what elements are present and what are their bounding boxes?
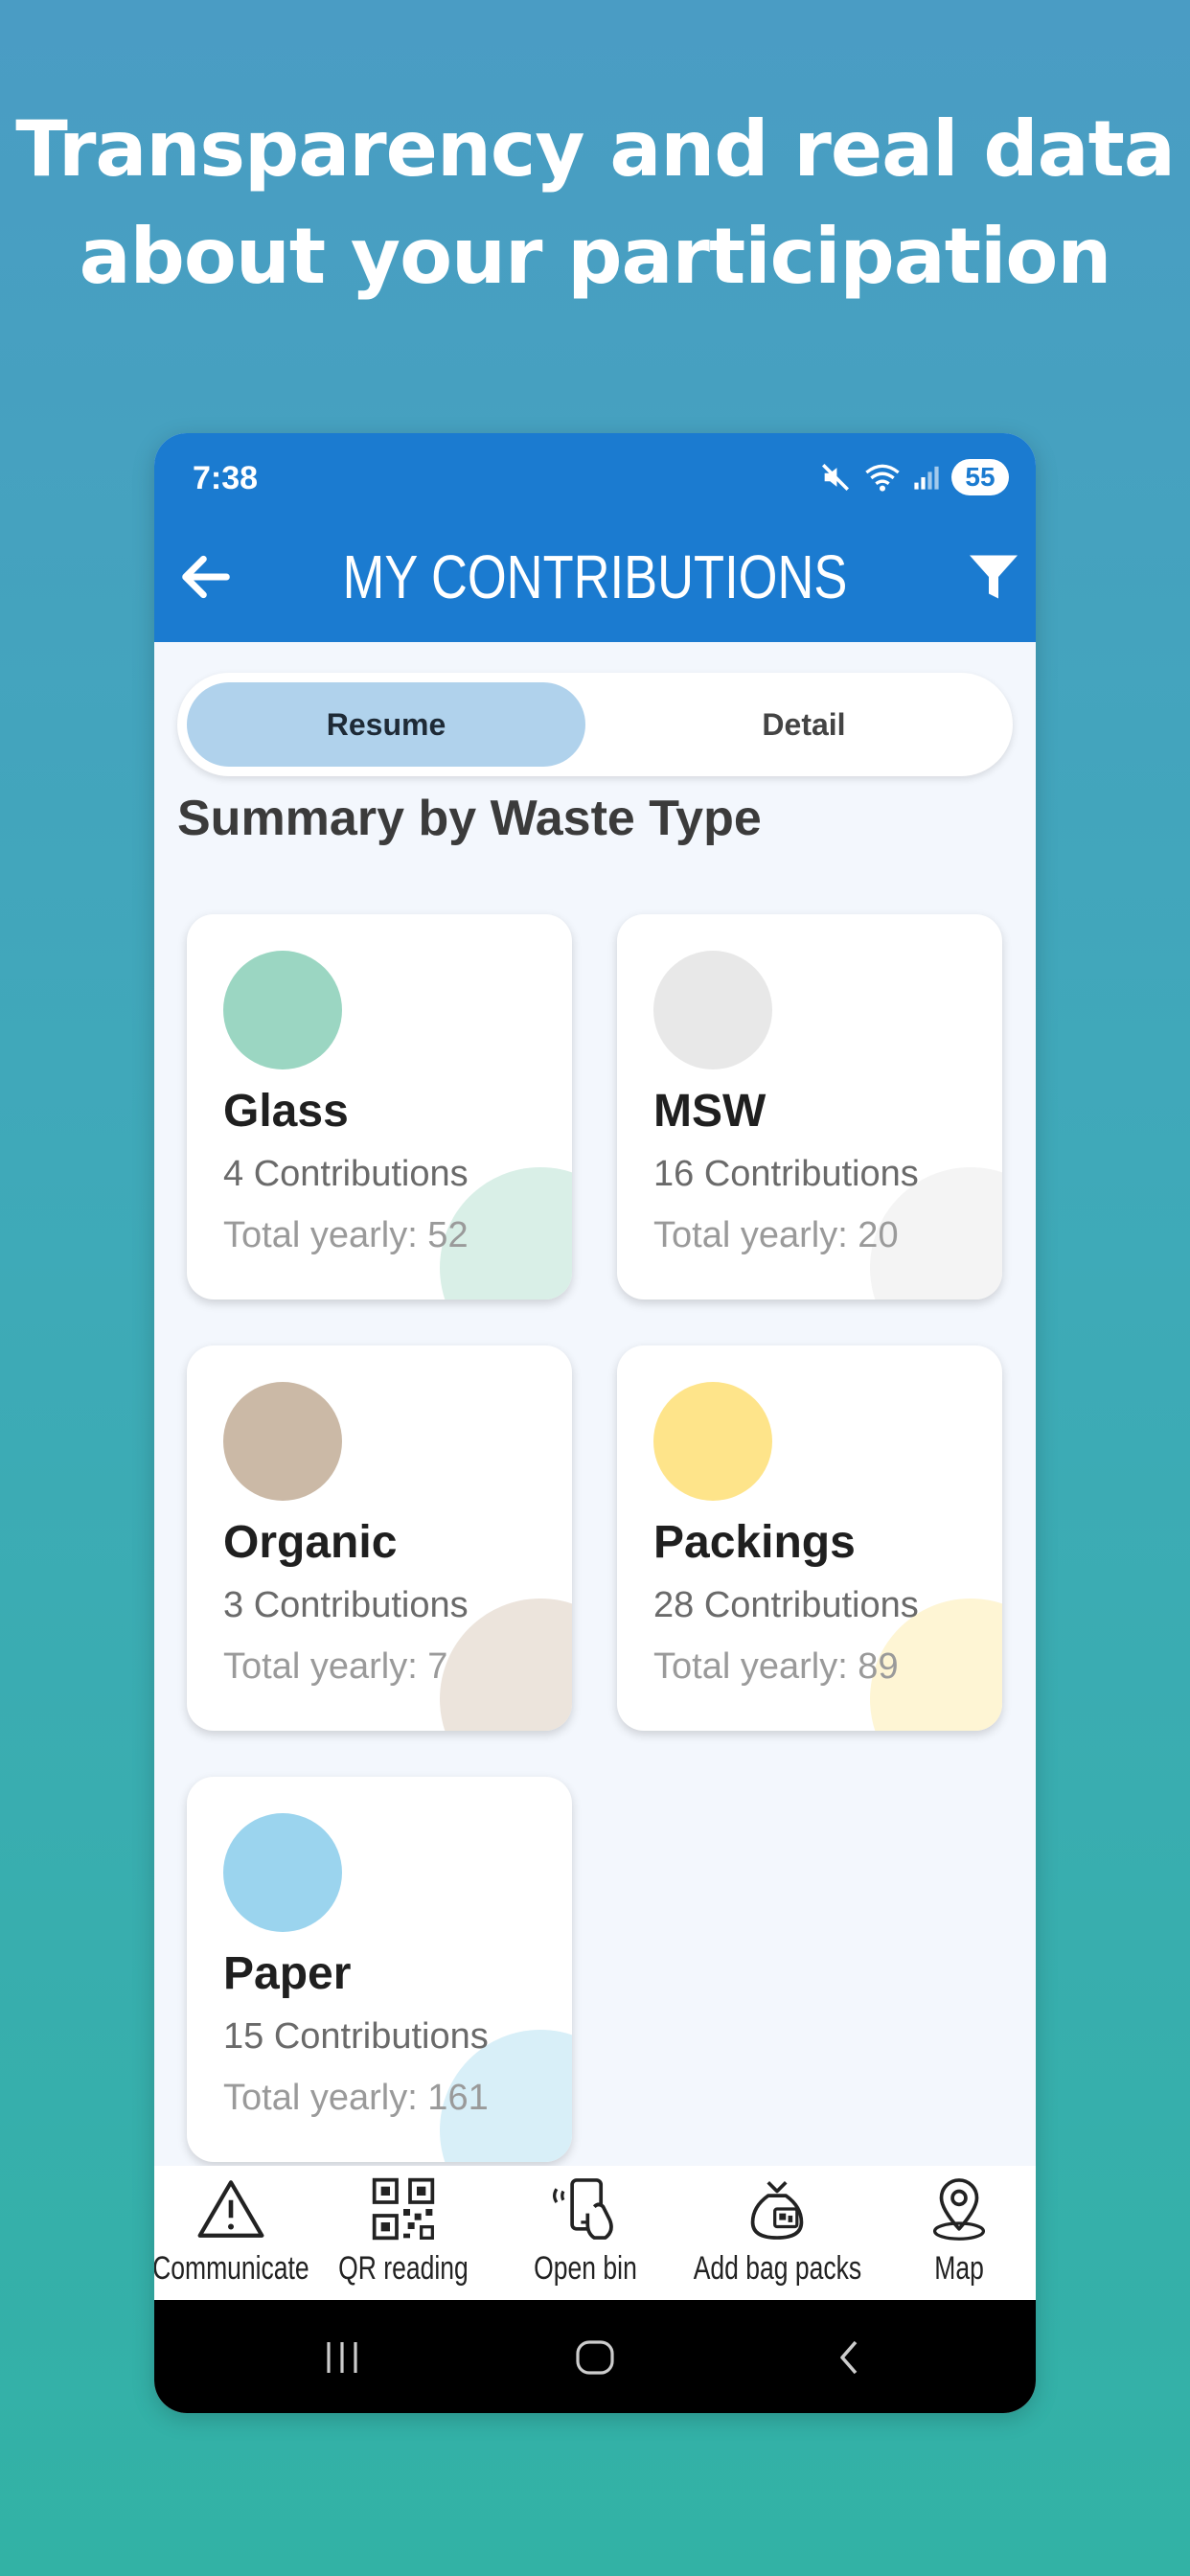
filter-icon[interactable] xyxy=(965,546,1022,608)
bottom-navigation: Communicate QR reading Open bin Add bag … xyxy=(154,2166,1036,2300)
waste-type-name: Packings xyxy=(653,1517,856,1568)
waste-card-packings[interactable]: Packings 28 Contributions Total yearly: … xyxy=(617,1346,1002,1731)
contributions-count: 4 Contributions xyxy=(223,1154,469,1194)
waste-color-dot xyxy=(223,1813,342,1932)
tab-detail[interactable]: Detail xyxy=(605,682,1003,767)
contributions-count: 15 Contributions xyxy=(223,2016,489,2057)
nav-communicate[interactable]: Communicate xyxy=(154,2166,309,2300)
nav-open-bin[interactable]: Open bin xyxy=(499,2166,672,2300)
map-pin-icon xyxy=(932,2178,986,2241)
waste-color-dot xyxy=(653,951,772,1070)
waste-color-dot xyxy=(223,1382,342,1501)
waste-card-paper[interactable]: Paper 15 Contributions Total yearly: 161 xyxy=(187,1777,572,2162)
nav-label: Add bag packs xyxy=(693,2250,861,2287)
headline-line-1: Transparency and real data xyxy=(15,104,1176,194)
back-arrow-icon[interactable] xyxy=(175,546,237,608)
headline-line-2: about your participation xyxy=(79,212,1112,301)
status-icons: 55 xyxy=(819,456,1009,498)
recent-apps-icon[interactable] xyxy=(319,2334,365,2380)
nav-label: Open bin xyxy=(534,2250,637,2287)
nav-label: QR reading xyxy=(338,2250,469,2287)
tab-resume[interactable]: Resume xyxy=(187,682,585,767)
nav-map[interactable]: Map xyxy=(882,2166,1036,2300)
page-title: MY CONTRIBUTIONS xyxy=(342,542,848,611)
contributions-count: 28 Contributions xyxy=(653,1585,919,1625)
qr-code-icon xyxy=(372,2177,435,2241)
segmented-tabs: Resume Detail xyxy=(177,673,1013,776)
marketing-headline: Transparency and real data about your pa… xyxy=(0,96,1190,310)
battery-badge: 55 xyxy=(951,459,1009,495)
waste-type-name: MSW xyxy=(653,1086,767,1137)
nav-label: Communicate xyxy=(154,2250,309,2287)
app-bar: 7:38 55 MY CONTRIBUTIONS xyxy=(154,433,1036,642)
waste-color-dot xyxy=(223,951,342,1070)
waste-type-name: Organic xyxy=(223,1517,398,1568)
section-title: Summary by Waste Type xyxy=(177,791,762,846)
status-time: 7:38 xyxy=(193,460,259,496)
waste-color-dot xyxy=(653,1382,772,1501)
total-yearly: Total yearly: 20 xyxy=(653,1215,899,1255)
total-yearly: Total yearly: 161 xyxy=(223,2078,489,2118)
system-navigation-bar xyxy=(154,2300,1036,2413)
nav-add-bag-packs[interactable]: Add bag packs xyxy=(672,2166,882,2300)
nav-qr-reading[interactable]: QR reading xyxy=(308,2166,499,2300)
waste-card-msw[interactable]: MSW 16 Contributions Total yearly: 20 xyxy=(617,914,1002,1300)
signal-icon xyxy=(914,466,939,490)
contributions-count: 3 Contributions xyxy=(223,1585,469,1625)
warning-icon xyxy=(197,2180,264,2238)
phone-screen: 7:38 55 MY CONTRIBUTIONS Resume Detail S… xyxy=(154,433,1036,2413)
wifi-icon xyxy=(865,464,900,492)
contributions-count: 16 Contributions xyxy=(653,1154,919,1194)
total-yearly: Total yearly: 89 xyxy=(653,1646,899,1687)
home-icon[interactable] xyxy=(572,2334,618,2380)
total-yearly: Total yearly: 52 xyxy=(223,1215,469,1255)
total-yearly: Total yearly: 7 xyxy=(223,1646,448,1687)
waste-card-organic[interactable]: Organic 3 Contributions Total yearly: 7 xyxy=(187,1346,572,1731)
back-nav-icon[interactable] xyxy=(827,2334,873,2380)
nav-label: Map xyxy=(934,2250,984,2287)
waste-type-name: Glass xyxy=(223,1086,349,1137)
bag-icon xyxy=(750,2180,804,2240)
phone-tap-icon xyxy=(553,2178,613,2240)
mute-icon xyxy=(821,463,850,492)
waste-card-glass[interactable]: Glass 4 Contributions Total yearly: 52 xyxy=(187,914,572,1300)
waste-type-name: Paper xyxy=(223,1948,352,1999)
